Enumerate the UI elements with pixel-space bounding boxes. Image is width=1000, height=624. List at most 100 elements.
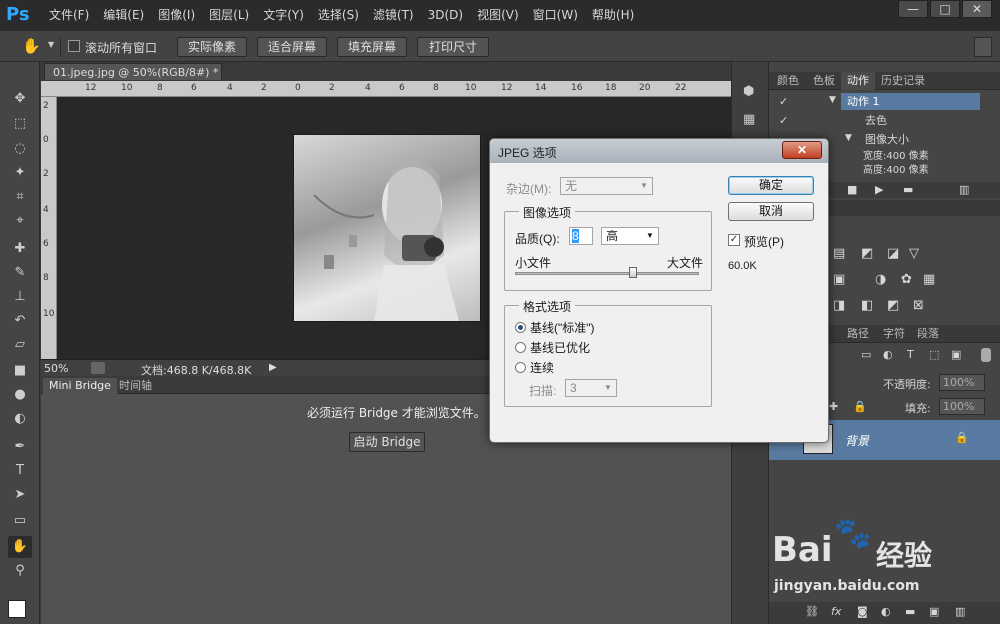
eyedropper-tool-icon[interactable]: ⌖ — [8, 210, 32, 232]
tab-character[interactable]: 字符 — [877, 325, 911, 343]
hue-icon[interactable]: ▣ — [833, 272, 845, 287]
smart-filter-icon[interactable]: ▣ — [951, 348, 961, 361]
group-icon[interactable]: ▬ — [905, 605, 915, 618]
layer-name[interactable]: 背景 — [845, 432, 869, 449]
tool-preset-dropdown-icon[interactable]: ▼ — [48, 40, 54, 49]
adjustment-layer-icon[interactable]: ◐ — [881, 605, 891, 618]
shape-tool-icon[interactable]: ▭ — [8, 510, 32, 532]
maximize-button[interactable]: □ — [930, 0, 960, 18]
scans-select[interactable]: 3 ▼ — [565, 379, 617, 397]
print-size-button[interactable]: 打印尺寸 — [417, 37, 489, 57]
healing-brush-tool-icon[interactable]: ✚ — [8, 238, 32, 260]
actual-pixels-button[interactable]: 实际像素 — [177, 37, 247, 57]
fx-icon[interactable]: fx — [831, 605, 841, 618]
dialog-titlebar[interactable]: JPEG 选项 ✕ — [490, 139, 828, 163]
gradient-tool-icon[interactable]: ■ — [8, 360, 32, 382]
mask-icon[interactable]: ◙ — [857, 605, 868, 618]
action-row[interactable]: 图像大小 — [859, 131, 980, 148]
crop-tool-icon[interactable]: ⌗ — [8, 186, 32, 208]
scroll-all-checkbox[interactable] — [68, 40, 80, 55]
new-layer-icon[interactable]: ▣ — [929, 605, 939, 618]
menu-layer[interactable]: 图层(L) — [202, 0, 256, 30]
baseline-standard-radio[interactable] — [515, 322, 526, 333]
play-icon[interactable]: ▶ — [875, 183, 883, 196]
baseline-standard-label[interactable]: 基线("标准") — [530, 319, 595, 336]
shape-filter-icon[interactable]: ⬚ — [929, 348, 939, 361]
document-image[interactable] — [293, 134, 481, 322]
document-tab[interactable]: 01.jpeg.jpg @ 50%(RGB/8#) * × — [44, 63, 222, 96]
invert-icon[interactable]: ◨ — [833, 298, 845, 313]
baseline-optimized-label[interactable]: 基线已优化 — [530, 339, 590, 356]
stamp-tool-icon[interactable]: ⊥ — [8, 286, 32, 308]
tab-timeline[interactable]: 时间轴 — [113, 378, 158, 394]
pen-tool-icon[interactable]: ✒ — [8, 436, 32, 458]
threshold-icon[interactable]: ◩ — [887, 298, 899, 313]
gradient-map-icon[interactable]: ⊠ — [913, 298, 924, 313]
exposure-icon[interactable]: ◪ — [887, 246, 899, 261]
path-select-tool-icon[interactable]: ➤ — [8, 484, 32, 506]
baseline-optimized-radio[interactable] — [515, 342, 526, 353]
workspace-switcher-icon[interactable] — [974, 37, 992, 57]
brush-tool-icon[interactable]: ✎ — [8, 262, 32, 284]
quality-input[interactable]: 8 — [569, 227, 593, 245]
toggle-check-icon[interactable]: ✓ — [779, 95, 788, 108]
menu-window[interactable]: 窗口(W) — [526, 0, 585, 30]
menu-3d[interactable]: 3D(D) — [421, 0, 470, 30]
progressive-radio[interactable] — [515, 362, 526, 373]
type-tool-icon[interactable]: T — [8, 460, 32, 482]
image-filter-icon[interactable]: ▭ — [861, 348, 871, 361]
menu-file[interactable]: 文件(F) — [42, 0, 96, 30]
window-close-button[interactable]: ✕ — [962, 0, 992, 18]
posterize-icon[interactable]: ◧ — [861, 298, 873, 313]
matte-select[interactable]: 无 ▼ — [560, 177, 653, 195]
link-icon[interactable]: ⛓ — [805, 605, 819, 618]
stop-icon[interactable]: ■ — [847, 183, 857, 196]
tab-paragraph[interactable]: 段落 — [911, 325, 945, 343]
menu-edit[interactable]: 编辑(E) — [96, 0, 151, 30]
quality-slider-thumb[interactable] — [628, 267, 637, 278]
dodge-tool-icon[interactable]: ◐ — [8, 408, 32, 430]
action-row[interactable]: 动作 1 — [841, 93, 980, 110]
history-brush-tool-icon[interactable]: ↶ — [8, 310, 32, 332]
zoom-level[interactable]: 50% — [44, 362, 68, 375]
launch-bridge-button[interactable]: 启动 Bridge — [349, 432, 425, 452]
hand-tool-icon[interactable]: ✋ — [8, 536, 32, 558]
eraser-tool-icon[interactable]: ▱ — [8, 334, 32, 356]
tab-paths[interactable]: 路径 — [841, 325, 875, 343]
status-menu-arrow-icon[interactable]: ▶ — [269, 362, 277, 373]
menu-filter[interactable]: 滤镜(T) — [366, 0, 421, 30]
menu-help[interactable]: 帮助(H) — [585, 0, 641, 30]
menu-view[interactable]: 视图(V) — [470, 0, 526, 30]
fit-screen-button[interactable]: 适合屏幕 — [257, 37, 327, 57]
3d-icon[interactable]: ⬢ — [743, 84, 759, 100]
vibrance-icon[interactable]: ▽ — [909, 246, 919, 261]
minimize-button[interactable]: — — [898, 0, 928, 18]
action-row[interactable]: 去色 — [859, 112, 980, 129]
move-tool-icon[interactable]: ✥ — [8, 88, 32, 110]
cancel-button[interactable]: 取消 — [728, 202, 814, 221]
bw-icon[interactable]: ◑ — [875, 272, 886, 287]
marquee-tool-icon[interactable]: ⬚ — [8, 113, 32, 135]
foreground-color-swatch[interactable] — [8, 600, 26, 618]
lock-all-icon[interactable]: 🔒 — [853, 400, 867, 413]
history-icon[interactable]: ▦ — [743, 112, 759, 128]
tab-mini-bridge[interactable]: Mini Bridge — [43, 378, 117, 394]
blur-tool-icon[interactable]: ● — [8, 384, 32, 406]
expand-triangle-icon[interactable]: ▼ — [829, 95, 836, 105]
menu-image[interactable]: 图像(I) — [151, 0, 202, 30]
toggle-check-icon[interactable]: ✓ — [779, 114, 788, 127]
hand-tool-icon[interactable]: ✋ — [22, 37, 41, 55]
tab-swatches[interactable]: 色板 — [807, 72, 841, 90]
fill-screen-button[interactable]: 填充屏幕 — [337, 37, 407, 57]
lasso-tool-icon[interactable]: ◌ — [8, 138, 32, 160]
status-info-icon[interactable] — [91, 362, 105, 374]
fill-field[interactable]: 100% — [939, 398, 985, 415]
levels-icon[interactable]: ▤ — [833, 246, 845, 261]
trash-icon[interactable]: ▥ — [959, 183, 969, 196]
adjust-filter-icon[interactable]: ◐ — [883, 348, 893, 361]
tab-color[interactable]: 颜色 — [771, 72, 805, 90]
preview-label[interactable]: 预览(P) — [744, 233, 784, 250]
dialog-close-button[interactable]: ✕ — [782, 141, 822, 159]
ok-button[interactable]: 确定 — [728, 176, 814, 195]
expand-triangle-icon[interactable]: ▼ — [845, 133, 852, 143]
